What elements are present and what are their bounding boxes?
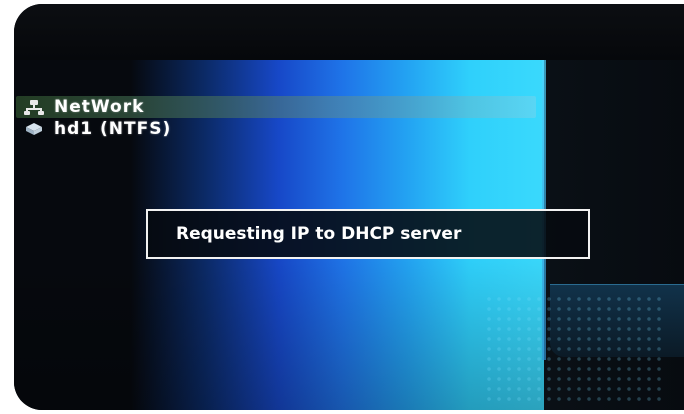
status-dialog: Requesting IP to DHCP server (146, 209, 590, 259)
list-item-label: hd1 (NTFS) (54, 119, 172, 139)
list-item-label: NetWork (54, 97, 145, 117)
network-icon (24, 99, 44, 115)
dot-pattern (484, 294, 664, 404)
source-list: NetWork hd1 (NTFS) (16, 96, 536, 140)
hard-drive-icon (24, 121, 44, 137)
tv-screen (14, 4, 684, 410)
top-band (14, 4, 684, 60)
list-item-network[interactable]: NetWork (16, 96, 536, 118)
dialog-message: Requesting IP to DHCP server (176, 224, 462, 244)
list-item-hd1[interactable]: hd1 (NTFS) (16, 118, 536, 140)
